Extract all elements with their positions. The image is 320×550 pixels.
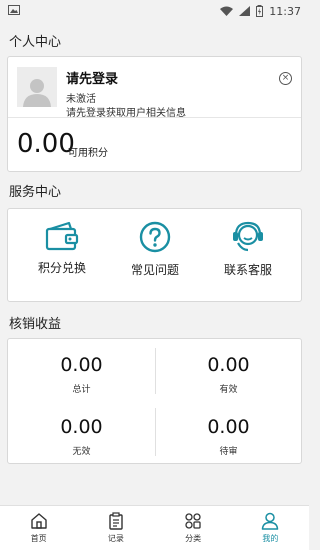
tab-label: 首页 xyxy=(30,534,47,543)
avatar[interactable] xyxy=(17,67,57,107)
stat-label: 有效 xyxy=(219,385,238,395)
stat-invalid: 0.00 无效 xyxy=(8,416,155,457)
stat-value: 0.00 xyxy=(207,416,250,438)
tab-categories[interactable]: 分类 xyxy=(155,506,232,550)
stat-label: 无效 xyxy=(72,447,91,457)
service-label: 常见问题 xyxy=(130,263,179,277)
points-label: 可用积分 xyxy=(68,148,108,159)
tab-label: 分类 xyxy=(185,534,202,543)
service-points-exchange[interactable]: 积分兑换 xyxy=(13,209,111,301)
close-icon[interactable]: × xyxy=(279,72,292,85)
status-time: 11:37 xyxy=(269,4,301,18)
bottom-tab-bar: 首页 记录 分类 我的 xyxy=(0,505,309,550)
stat-pending: 0.00 待审 xyxy=(155,416,302,457)
service-label: 积分兑换 xyxy=(37,261,86,275)
stat-label: 总计 xyxy=(72,385,91,395)
earnings-card: 0.00 总计 0.00 有效 0.00 无效 0.00 待审 xyxy=(7,338,302,464)
service-faq[interactable]: 常见问题 xyxy=(106,209,204,301)
grid-icon xyxy=(185,513,201,529)
stat-label: 待审 xyxy=(219,447,238,457)
stat-total: 0.00 总计 xyxy=(8,354,155,395)
tab-records[interactable]: 记录 xyxy=(77,506,154,550)
stat-value: 0.00 xyxy=(60,416,103,438)
service-contact-support[interactable]: 联系客服 xyxy=(199,209,297,301)
profile-divider xyxy=(8,117,301,118)
tab-mine[interactable]: 我的 xyxy=(232,506,309,550)
signal-icon xyxy=(239,6,251,16)
wifi-icon xyxy=(220,6,234,16)
status-bar: 11:37 xyxy=(0,0,309,22)
services-card: 积分兑换 常见问题 联系客服 xyxy=(7,208,302,302)
points-value: 0.00 xyxy=(17,129,75,159)
service-label: 联系客服 xyxy=(223,263,272,277)
image-notification-icon xyxy=(8,4,20,15)
profile-section-title: 个人中心 xyxy=(9,35,62,50)
status-right: 11:37 xyxy=(220,5,301,18)
clipboard-icon xyxy=(109,512,123,530)
profile-card[interactable]: 请先登录 未激活 请先登录获取用户相关信息 × 0.00 可用积分 xyxy=(7,56,302,172)
stat-valid: 0.00 有效 xyxy=(155,354,302,395)
tab-label: 记录 xyxy=(107,534,124,543)
headset-icon xyxy=(233,221,263,252)
stat-divider xyxy=(155,408,156,456)
question-icon xyxy=(139,221,171,253)
wallet-icon xyxy=(45,221,79,251)
default-avatar-icon xyxy=(23,79,51,107)
home-icon xyxy=(30,513,47,529)
battery-icon xyxy=(256,5,264,17)
stat-value: 0.00 xyxy=(207,354,250,376)
stat-divider xyxy=(155,348,156,394)
status-left xyxy=(8,4,220,18)
services-section-title: 服务中心 xyxy=(9,185,62,200)
tab-home[interactable]: 首页 xyxy=(0,506,77,550)
person-icon xyxy=(262,512,279,530)
earnings-section-title: 核销收益 xyxy=(9,317,62,332)
activation-status: 未激活 xyxy=(66,94,96,105)
tab-label: 我的 xyxy=(262,534,279,543)
stat-value: 0.00 xyxy=(60,354,103,376)
login-prompt[interactable]: 请先登录 xyxy=(66,68,118,87)
